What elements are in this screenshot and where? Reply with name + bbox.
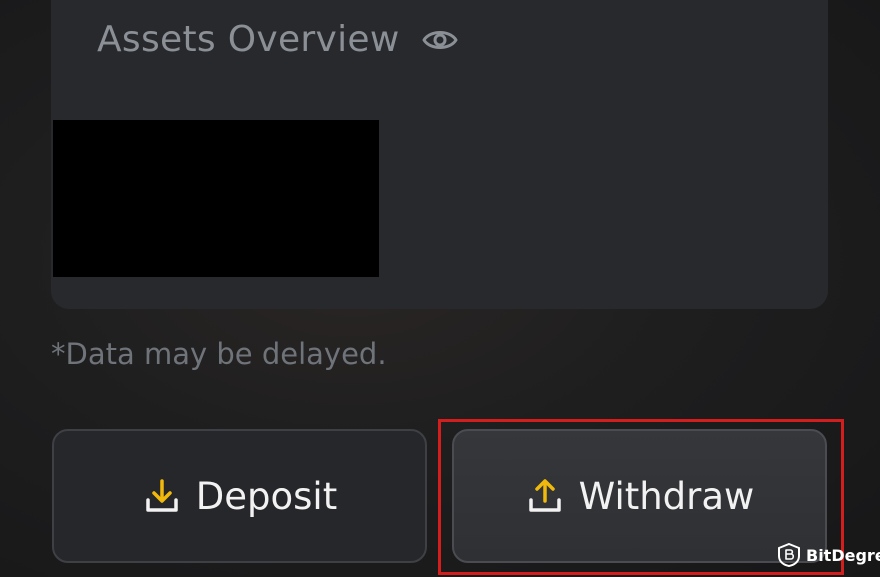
deposit-label: Deposit bbox=[195, 474, 338, 518]
bitdegree-logo-icon bbox=[778, 542, 800, 568]
withdraw-label: Withdraw bbox=[578, 474, 755, 518]
deposit-button[interactable]: Deposit bbox=[52, 429, 427, 563]
withdraw-button[interactable]: Withdraw bbox=[452, 429, 827, 563]
watermark-text: BitDegree bbox=[806, 545, 880, 565]
assets-overview-title: Assets Overview bbox=[97, 18, 400, 60]
download-icon bbox=[142, 476, 182, 516]
eye-icon[interactable] bbox=[422, 22, 458, 50]
assets-overview-header: Assets Overview bbox=[97, 14, 458, 64]
watermark: BitDegree bbox=[778, 542, 880, 568]
upload-icon bbox=[525, 476, 565, 516]
data-delay-note: *Data may be delayed. bbox=[51, 337, 387, 371]
redacted-balance bbox=[53, 120, 379, 277]
